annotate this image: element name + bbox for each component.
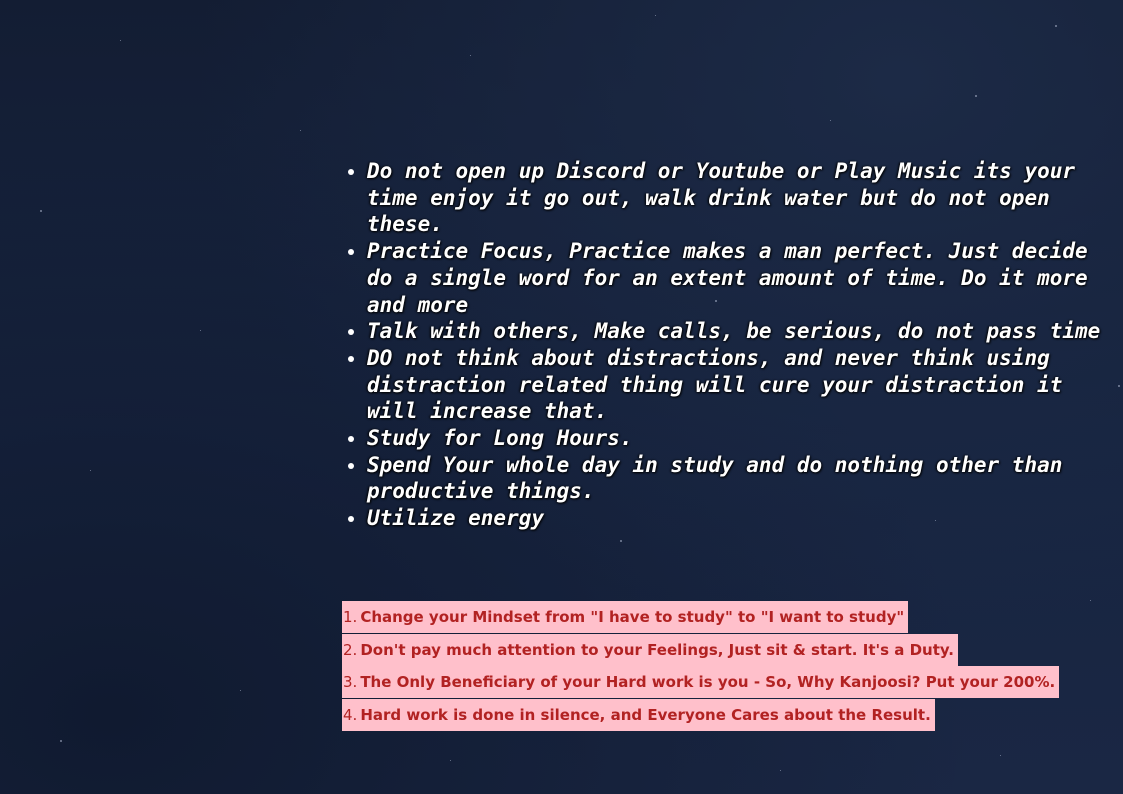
rule-number: 1. [343,608,358,626]
rule-text: The Only Beneficiary of your Hard work i… [360,673,1056,692]
rule-text: Change your Mindset from "I have to stud… [360,608,905,626]
rule-item: 4. Hard work is done in silence, and Ever… [342,699,935,732]
study-tips-list: Do not open up Discord or Youtube or Pla… [342,158,1107,532]
rule-item: 1. Change your Mindset from "I have to st… [342,601,909,633]
rule-text: Hard work is done in silence, and Everyo… [360,706,931,725]
tip-item: DO not think about distractions, and nev… [367,345,1107,425]
tip-item: Study for Long Hours. [367,425,1107,452]
page: { "tips": [ "Do not open up Discord or Y… [0,0,1123,794]
rule-item: 3. The Only Beneficiary of your Hard work… [342,666,1060,699]
study-rules-list: 1. Change your Mindset from "I have to st… [342,601,1060,732]
tip-item: Talk with others, Make calls, be serious… [367,318,1107,345]
tip-item: Practice Focus, Practice makes a man per… [367,238,1107,318]
tip-item: Spend Your whole day in study and do not… [367,452,1107,505]
rule-item: 2. Don't pay much attention to your Feeli… [342,633,958,666]
rule-number: 3. [343,673,358,692]
rule-number: 2. [343,640,358,659]
tip-item: Do not open up Discord or Youtube or Pla… [367,158,1107,238]
rule-text: Don't pay much attention to your Feeling… [360,640,954,659]
tip-item: Utilize energy [367,505,1107,532]
rule-number: 4. [343,706,358,725]
